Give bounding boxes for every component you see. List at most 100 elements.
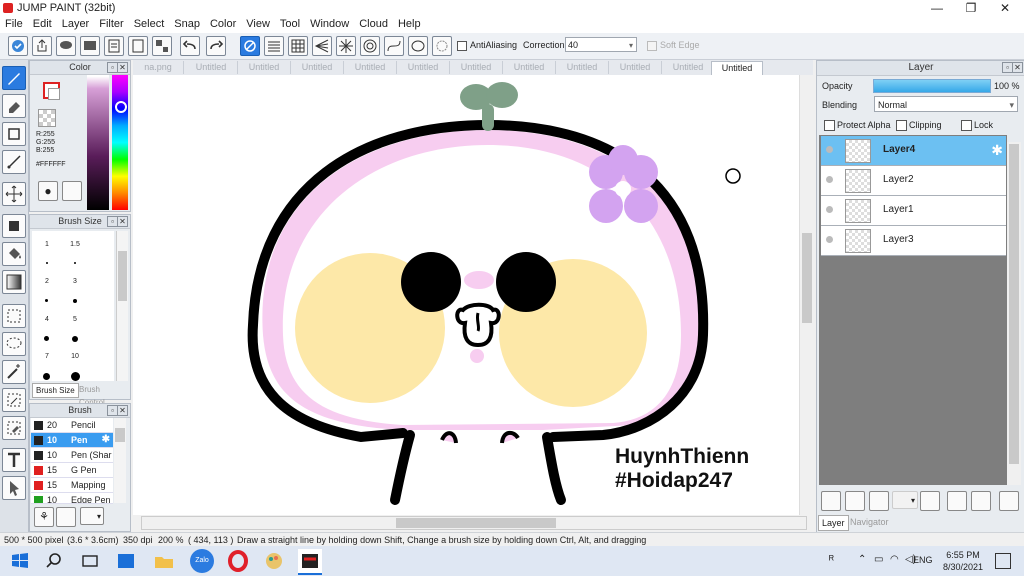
select-pen-tool-icon[interactable] [2, 388, 26, 412]
brush-item-pen[interactable]: 10 Pen ✱ [31, 433, 113, 448]
menu-tool[interactable]: Tool [275, 17, 305, 31]
pen-tool-icon[interactable] [2, 66, 26, 90]
clipping-checkbox[interactable] [896, 120, 907, 131]
horizontal-scrollbar[interactable] [141, 516, 807, 530]
select-rect-tool-icon[interactable] [2, 304, 26, 328]
tab-brush-size[interactable]: Brush Size [32, 383, 79, 398]
softedge-checkbox[interactable] [647, 41, 657, 51]
antialiasing-checkbox[interactable] [457, 41, 467, 51]
duplicate-layer-icon[interactable] [947, 491, 967, 511]
brush-item-mapping-pen[interactable]: 15Mapping P [31, 478, 113, 504]
protect-alpha-checkbox[interactable] [824, 120, 835, 131]
menu-file[interactable]: File [0, 17, 28, 31]
notification-icon[interactable] [995, 553, 1011, 569]
transparent-color-swatch[interactable] [38, 109, 56, 127]
brush-item-pencil[interactable]: 20 Pencil [31, 418, 113, 433]
gear-icon[interactable]: ✱ [991, 142, 1003, 159]
message-icon[interactable] [80, 36, 100, 56]
brush-item-edge-pen[interactable]: 10 Edge Pen [31, 493, 113, 504]
zalo-icon[interactable]: Zalo [190, 549, 214, 573]
size-5[interactable]: 5 [60, 316, 90, 323]
tab-untitled[interactable]: Untitled [662, 61, 715, 74]
magic-wand-tool-icon[interactable] [2, 360, 26, 384]
folder-icon[interactable] [920, 491, 940, 511]
size-3[interactable]: 3 [60, 278, 90, 285]
tab-untitled[interactable]: Untitled [238, 61, 291, 74]
panel-close-icon[interactable]: ✕ [117, 405, 128, 416]
menu-color[interactable]: Color [205, 17, 241, 31]
comment-icon[interactable] [56, 36, 76, 56]
undo-icon[interactable] [180, 36, 200, 56]
tab-brush-control[interactable]: Brush Control [76, 383, 130, 407]
task-view-icon[interactable] [78, 549, 102, 573]
menu-layer[interactable]: Layer [57, 17, 95, 31]
eraser-tool-icon[interactable] [2, 94, 26, 118]
size-4[interactable]: 4 [32, 316, 62, 323]
new-layer-icon[interactable] [821, 491, 841, 511]
parallel-lines-icon[interactable] [264, 36, 284, 56]
edge-browser-icon[interactable] [114, 549, 138, 573]
hue-handle[interactable] [115, 101, 127, 113]
perspective-icon[interactable] [312, 36, 332, 56]
size-10[interactable]: 10 [60, 353, 90, 360]
tab-untitled[interactable]: Untitled [503, 61, 556, 74]
palette-icon[interactable]: ● [38, 181, 58, 201]
menu-edit[interactable]: Edit [28, 17, 57, 31]
export-icon[interactable] [32, 36, 52, 56]
color-history-icon[interactable] [62, 181, 82, 201]
tab-untitled[interactable]: Untitled [291, 61, 344, 74]
tab-untitled[interactable]: Untitled [397, 61, 450, 74]
grid-snap-icon[interactable] [288, 36, 308, 56]
new-8bit-layer-icon[interactable] [869, 491, 889, 511]
page-icon[interactable] [128, 36, 148, 56]
add-brush-icon[interactable]: ⚘ [34, 507, 54, 527]
delete-layer-icon[interactable] [999, 491, 1019, 511]
visibility-icon[interactable] [826, 176, 833, 183]
tab-untitled[interactable]: Untitled [450, 61, 503, 74]
jump-paint-icon[interactable] [298, 549, 322, 575]
tab-untitled[interactable]: Untitled [609, 61, 662, 74]
new-brush-icon[interactable] [56, 507, 76, 527]
menu-select[interactable]: Select [129, 17, 170, 31]
correction-dropdown[interactable]: 40 ▾ [565, 37, 637, 52]
text-tool-icon[interactable] [2, 448, 26, 472]
brush-size-scrollbar[interactable] [116, 231, 128, 381]
battery-icon[interactable]: ▭ [874, 554, 883, 565]
brush-item-g-pen[interactable]: 15 G Pen [31, 463, 113, 478]
lasso-tool-icon[interactable] [2, 332, 26, 356]
menu-filter[interactable]: Filter [94, 17, 128, 31]
ellipse-snap-icon[interactable] [408, 36, 428, 56]
size-1[interactable]: 1 [32, 241, 62, 248]
brush-menu-icon[interactable]: ▾ [80, 507, 104, 525]
menu-snap[interactable]: Snap [169, 17, 205, 31]
windows-start-icon[interactable] [8, 549, 32, 573]
menu-view[interactable]: View [241, 17, 275, 31]
visibility-icon[interactable] [826, 236, 833, 243]
network-icon[interactable]: ◠ [890, 554, 899, 565]
brightness-slider[interactable] [87, 75, 109, 210]
layer-list-scrollbar[interactable] [1007, 142, 1021, 485]
chevron-up-icon[interactable]: ⌃ [858, 554, 866, 565]
lock-checkbox[interactable] [961, 120, 972, 131]
clock[interactable]: 6:55 PM 8/30/2021 [943, 549, 983, 573]
opera-icon[interactable] [226, 549, 250, 573]
menu-cloud[interactable]: Cloud [354, 17, 393, 31]
concentric-circle-icon[interactable] [360, 36, 380, 56]
file-explorer-icon[interactable] [152, 549, 176, 573]
tab-untitled[interactable]: Untitled [344, 61, 397, 74]
layer-item-layer2[interactable]: Layer2 [821, 166, 1006, 196]
line-tool-icon[interactable] [2, 150, 26, 174]
visibility-icon[interactable] [826, 146, 833, 153]
radial-lines-icon[interactable] [336, 36, 356, 56]
people-icon[interactable]: ᴿ [829, 554, 834, 566]
vertical-scrollbar[interactable] [799, 75, 814, 515]
redo-icon[interactable] [206, 36, 226, 56]
size-7[interactable]: 7 [32, 353, 62, 360]
blending-dropdown[interactable]: Normal ▾ [874, 96, 1018, 112]
move-tool-icon[interactable] [2, 182, 26, 206]
operation-tool-icon[interactable] [2, 476, 26, 500]
tab-untitled[interactable]: Untitled [185, 61, 238, 74]
tab-na-png[interactable]: na.png [133, 61, 184, 74]
gradient-tool-icon[interactable] [2, 270, 26, 294]
layer-item-layer4[interactable]: Layer4 ✱ [821, 136, 1006, 166]
